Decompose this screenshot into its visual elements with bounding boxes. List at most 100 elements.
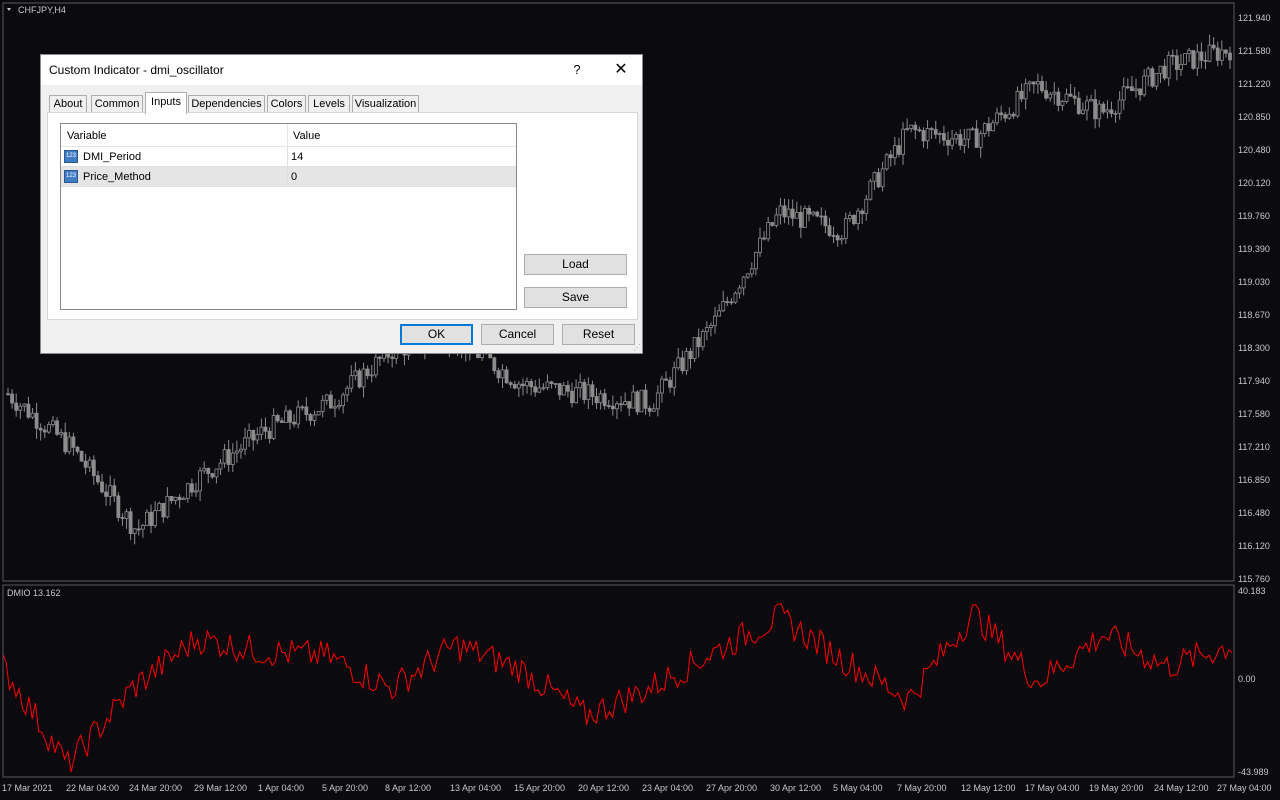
candle-body: [222, 449, 227, 464]
candle-body: [815, 211, 820, 217]
cancel-button[interactable]: Cancel: [481, 324, 554, 345]
candle-body: [533, 386, 538, 393]
candle-body: [353, 370, 358, 377]
candle-body: [128, 511, 133, 534]
candle-body: [762, 237, 766, 240]
time-tick-label: 5 Apr 20:00: [322, 783, 368, 793]
candle-body: [1121, 86, 1126, 101]
candle-body: [210, 473, 215, 478]
load-button[interactable]: Load: [524, 254, 627, 275]
price-tick-label: 118.670: [1238, 310, 1270, 320]
time-tick-label: 30 Apr 12:00: [770, 783, 821, 793]
time-tick-label: 29 Mar 12:00: [194, 783, 247, 793]
candle-body: [1060, 101, 1065, 106]
column-value[interactable]: Value: [293, 130, 320, 142]
candle-body: [284, 410, 288, 423]
candle-body: [206, 467, 211, 474]
cell-divider: [287, 167, 288, 187]
candle-body: [1150, 68, 1155, 87]
candle-body: [627, 401, 632, 409]
price-tick-label: 119.390: [1238, 244, 1270, 254]
candle-body: [1036, 81, 1040, 85]
candle-body: [647, 407, 652, 412]
candle-body: [700, 331, 705, 348]
close-button[interactable]: ✕: [603, 55, 639, 85]
indicator-label: DMIO 13.162: [7, 588, 61, 598]
candle-body: [999, 112, 1004, 116]
candle-body: [357, 370, 362, 388]
ok-button[interactable]: OK: [400, 324, 473, 345]
candle-body: [995, 112, 999, 124]
candle-body: [116, 495, 121, 518]
symbol-label: CHFJPY,H4: [18, 5, 66, 15]
candle-body: [729, 301, 734, 304]
candle-body: [112, 485, 117, 497]
candle-body: [774, 214, 779, 226]
candle-body: [239, 448, 243, 452]
candle-body: [104, 491, 108, 497]
candle-body: [1101, 103, 1106, 113]
candle-body: [1224, 49, 1228, 54]
candle-body: [140, 524, 145, 530]
candle-body: [582, 381, 587, 401]
candle-body: [373, 356, 378, 376]
candle-body: [177, 496, 182, 501]
tab-dependencies[interactable]: Dependencies: [188, 95, 265, 113]
candle-body: [586, 384, 591, 401]
tab-about[interactable]: About: [49, 95, 87, 113]
candle-body: [991, 122, 995, 132]
grid-header: Variable Value: [61, 124, 516, 147]
candle-body: [304, 406, 309, 416]
reset-button[interactable]: Reset: [562, 324, 635, 345]
save-button[interactable]: Save: [524, 287, 627, 308]
candle-body: [1203, 59, 1208, 62]
collapse-triangle-icon[interactable]: [7, 8, 11, 11]
tab-inputs[interactable]: Inputs: [145, 92, 187, 114]
candle-body: [1187, 50, 1192, 55]
candle-body: [819, 215, 824, 218]
candle-body: [635, 391, 640, 413]
candle-body: [263, 426, 268, 432]
candle-body: [504, 369, 509, 384]
candle-body: [259, 426, 264, 435]
table-row[interactable]: 123 Price_Method 0: [61, 167, 516, 187]
candle-body: [864, 198, 869, 215]
candle-body: [1072, 95, 1077, 99]
candle-body: [602, 393, 607, 407]
variable-value[interactable]: 0: [291, 171, 297, 183]
candle-body: [1199, 51, 1204, 61]
variable-value[interactable]: 14: [291, 151, 303, 163]
time-tick-label: 7 May 20:00: [897, 783, 947, 793]
candle-body: [713, 315, 717, 326]
candle-body: [333, 406, 337, 409]
candle-body: [672, 367, 677, 388]
candle-body: [823, 215, 828, 227]
resize-grip-icon[interactable]: ⋰: [633, 343, 641, 352]
table-row[interactable]: 123 DMI_Period 14: [61, 147, 516, 167]
candle-body: [954, 134, 959, 140]
tab-levels[interactable]: Levels: [308, 95, 350, 113]
tab-colors[interactable]: Colors: [267, 95, 306, 113]
candle-body: [709, 325, 713, 328]
column-variable[interactable]: Variable: [67, 130, 107, 142]
help-button[interactable]: ?: [563, 55, 591, 85]
dialog-titlebar[interactable]: Custom Indicator - dmi_oscillator ? ✕: [41, 55, 642, 85]
candle-body: [545, 381, 550, 389]
time-tick-label: 22 Mar 04:00: [66, 783, 119, 793]
column-divider[interactable]: [287, 124, 288, 146]
tab-common[interactable]: Common: [91, 95, 143, 113]
candle-body: [198, 470, 202, 492]
candle-body: [42, 429, 47, 433]
candle-body: [974, 128, 979, 148]
candle-body: [717, 310, 722, 317]
candle-body: [1019, 90, 1024, 100]
tab-visualization[interactable]: Visualization: [352, 95, 419, 113]
candle-body: [1113, 112, 1118, 115]
candle-body: [966, 128, 971, 140]
variable-name: Price_Method: [83, 171, 151, 183]
candle-body: [59, 432, 64, 435]
time-tick-label: 24 Mar 20:00: [129, 783, 182, 793]
candle-body: [835, 235, 840, 241]
candle-body: [684, 350, 689, 372]
candle-body: [328, 394, 333, 409]
